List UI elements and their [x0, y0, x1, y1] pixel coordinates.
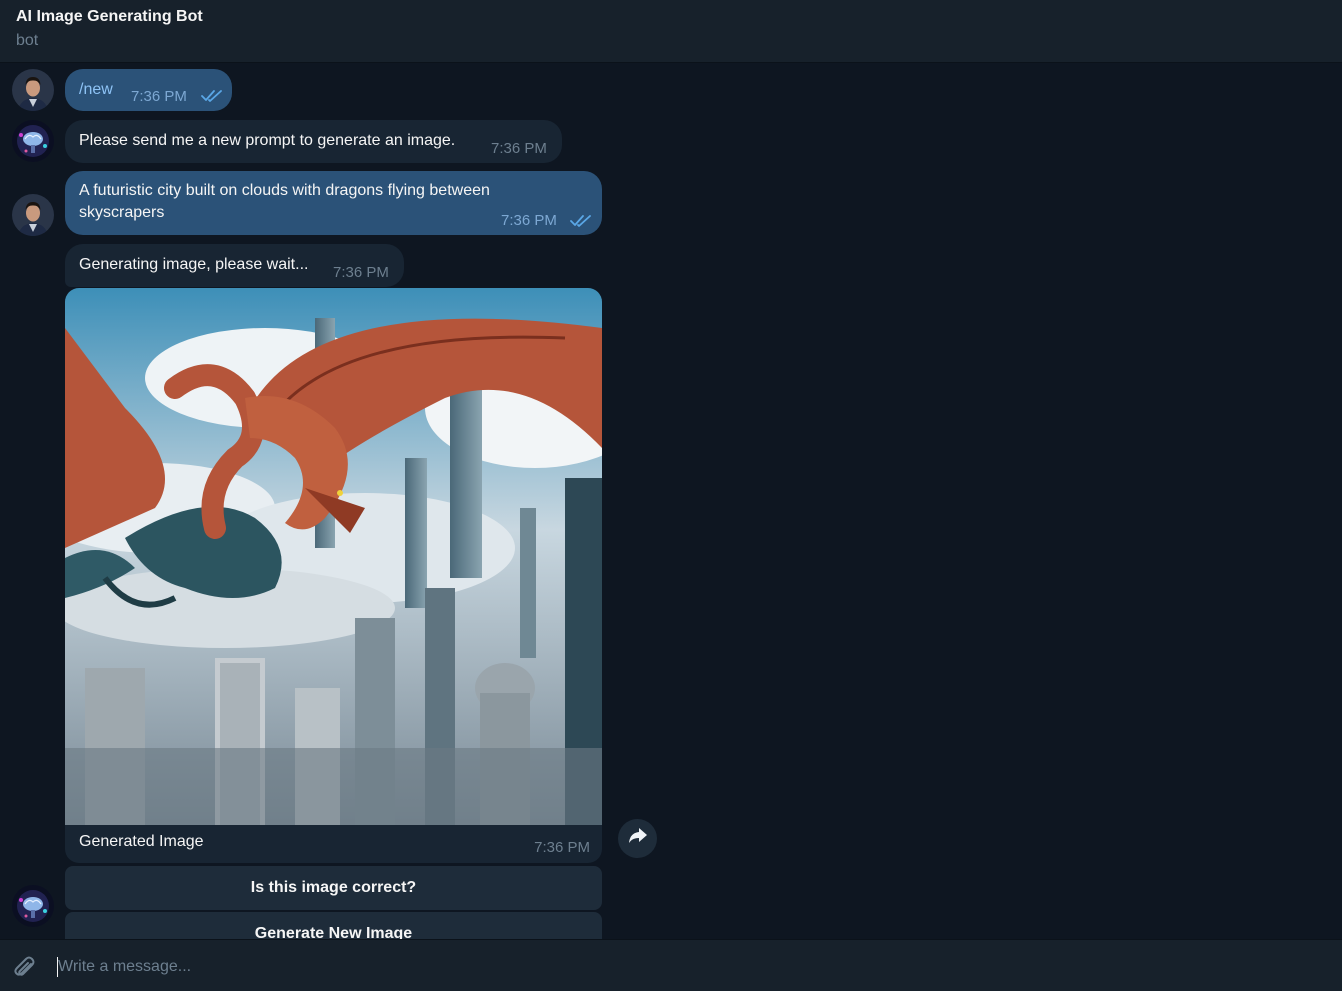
user-avatar[interactable] [12, 194, 54, 236]
chat-header[interactable]: AI Image Generating Bot bot [0, 0, 1342, 63]
read-checkmark-icon [570, 213, 592, 235]
generated-image[interactable] [65, 288, 602, 825]
message-input[interactable] [58, 952, 1318, 982]
message-bubble[interactable]: A futuristic city built on clouds with d… [65, 171, 602, 235]
paperclip-icon [11, 956, 39, 986]
forward-button[interactable] [618, 819, 657, 858]
bot-avatar[interactable] [12, 885, 54, 927]
message-composer [0, 939, 1342, 991]
message-text: Generating image, please wait... [79, 256, 309, 273]
user-avatar[interactable] [12, 69, 54, 111]
message-list[interactable]: /new 7:36 PM Please send me a new prompt… [0, 63, 1342, 939]
share-arrow-icon [628, 827, 648, 850]
message-time: 7:36 PM [491, 140, 547, 157]
message-bubble[interactable]: Generating image, please wait... 7:36 PM [65, 244, 404, 287]
message-time: 7:36 PM [534, 839, 590, 856]
message-time: 7:36 PM [333, 264, 389, 281]
message-text: Please send me a new prompt to generate … [79, 132, 456, 149]
attach-button[interactable] [11, 954, 39, 982]
bot-avatar[interactable] [12, 120, 54, 162]
chat-title: AI Image Generating Bot [16, 8, 203, 25]
message-time: 7:36 PM [501, 212, 557, 229]
message-bubble[interactable]: /new 7:36 PM [65, 69, 232, 111]
read-checkmark-icon [201, 88, 223, 110]
inline-button-confirm[interactable]: Is this image correct? [65, 866, 602, 910]
inline-button-generate-new[interactable]: Generate New Image [65, 912, 602, 939]
photo-message[interactable]: Generated Image 7:36 PM [65, 288, 602, 863]
message-text: /new [79, 81, 113, 98]
chat-subtitle: bot [16, 32, 39, 49]
message-time: 7:36 PM [131, 88, 187, 105]
photo-caption: Generated Image [79, 833, 204, 850]
message-text: A futuristic city built on clouds with d… [79, 182, 490, 221]
message-bubble[interactable]: Please send me a new prompt to generate … [65, 120, 562, 163]
